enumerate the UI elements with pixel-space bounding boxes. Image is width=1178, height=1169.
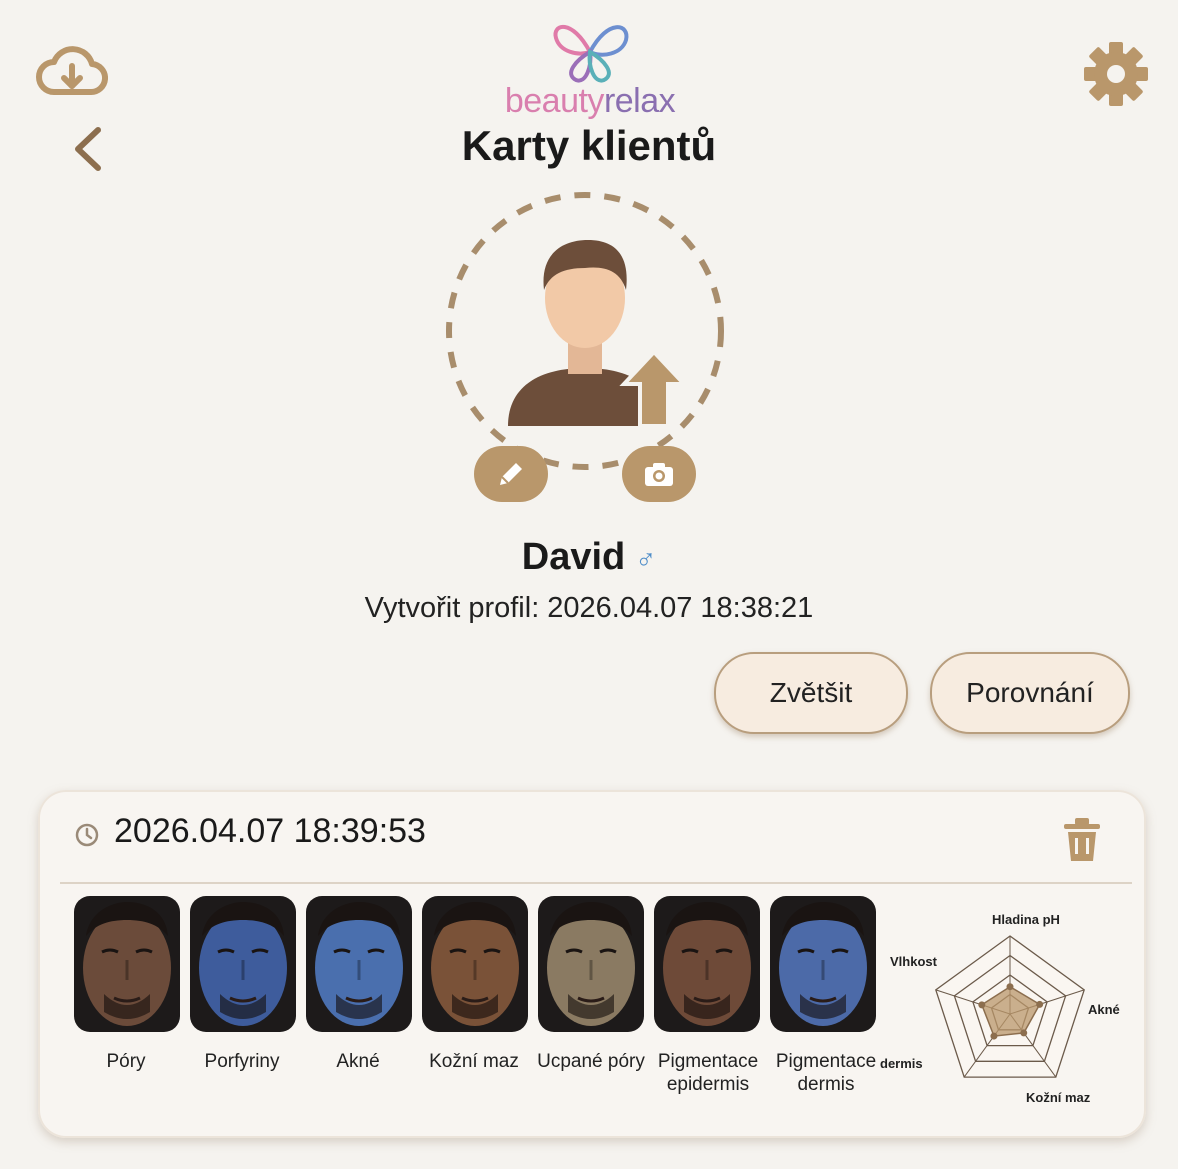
client-name-row: David ♂: [0, 536, 1178, 579]
avatar-upload[interactable]: [440, 186, 730, 476]
analysis-thumbnail[interactable]: [306, 896, 412, 1032]
thumbnail-label: Pigmentace epidermis: [657, 1051, 759, 1095]
camera-icon: [645, 463, 673, 486]
analysis-thumbnail[interactable]: [538, 896, 644, 1032]
face-scan-image: [538, 896, 644, 1032]
radar-label-sebum: Kožní maz: [1026, 1090, 1091, 1105]
thumbnail-label: Kožní maz: [429, 1051, 519, 1072]
skin-radar-chart: Hladina pH Akné Kožní maz dermis Vlhkost: [880, 900, 1140, 1120]
radar-label-acne: Akné: [1088, 1002, 1120, 1017]
thumbnail-label: Póry: [106, 1051, 146, 1072]
butterfly-logo-icon: [553, 24, 629, 83]
face-scan-image: [654, 896, 760, 1032]
analysis-thumbnail[interactable]: [770, 896, 876, 1032]
face-scan-image: [422, 896, 528, 1032]
edit-photo-button[interactable]: [474, 446, 548, 502]
thumbnail-label: Akné: [336, 1051, 380, 1072]
record-divider: [60, 882, 1132, 884]
logo-text-relax: relax: [603, 82, 676, 120]
zoom-button[interactable]: Zvětšit: [714, 652, 908, 734]
thumbnail-label: Pigmentace dermis: [775, 1051, 877, 1095]
page-title: Karty klientů: [461, 122, 717, 169]
beautyrelax-logo: beautyrelax: [480, 8, 700, 120]
trash-icon[interactable]: [1060, 816, 1104, 864]
radar-label-ph: Hladina pH: [992, 912, 1060, 927]
radar-point: [990, 1032, 998, 1040]
radar-point: [1020, 1029, 1028, 1037]
face-scan-image: [770, 896, 876, 1032]
created-time: 18:38:21: [700, 592, 814, 624]
thumbnail-label: Porfyriny: [204, 1051, 280, 1072]
gender-male-icon: ♂: [635, 544, 657, 575]
face-scan-image: [306, 896, 412, 1032]
analysis-thumbnail[interactable]: [422, 896, 528, 1032]
radar-point: [978, 1001, 986, 1009]
logo-text-beauty: beauty: [504, 82, 605, 120]
analysis-thumbnail[interactable]: [190, 896, 296, 1032]
radar-label-moisture: Vlhkost: [890, 954, 937, 969]
created-label: Vytvořit profil:: [364, 592, 540, 624]
gear-icon[interactable]: [1082, 40, 1150, 108]
compare-button[interactable]: Porovnání: [930, 652, 1130, 734]
pencil-icon: [500, 463, 522, 485]
profile-created: Vytvořit profil: 2026.04.07 18:38:21: [0, 592, 1178, 625]
record-datetime: 2026.04.07 18:39:53: [114, 812, 426, 850]
cloud-download-icon[interactable]: [36, 44, 109, 100]
face-scan-image: [74, 896, 180, 1032]
analysis-thumbnail[interactable]: [654, 896, 760, 1032]
radar-point: [1006, 983, 1014, 991]
created-date: 2026.04.07: [547, 592, 693, 624]
thumbnail-label: Ucpané póry: [537, 1051, 645, 1072]
face-scan-image: [190, 896, 296, 1032]
analysis-thumbnail[interactable]: [74, 896, 180, 1032]
clock-icon: [74, 822, 100, 848]
client-name: David: [521, 536, 626, 578]
radar-label-dermis: dermis: [880, 1056, 923, 1071]
camera-button[interactable]: [622, 446, 696, 502]
radar-point: [1036, 1000, 1044, 1008]
